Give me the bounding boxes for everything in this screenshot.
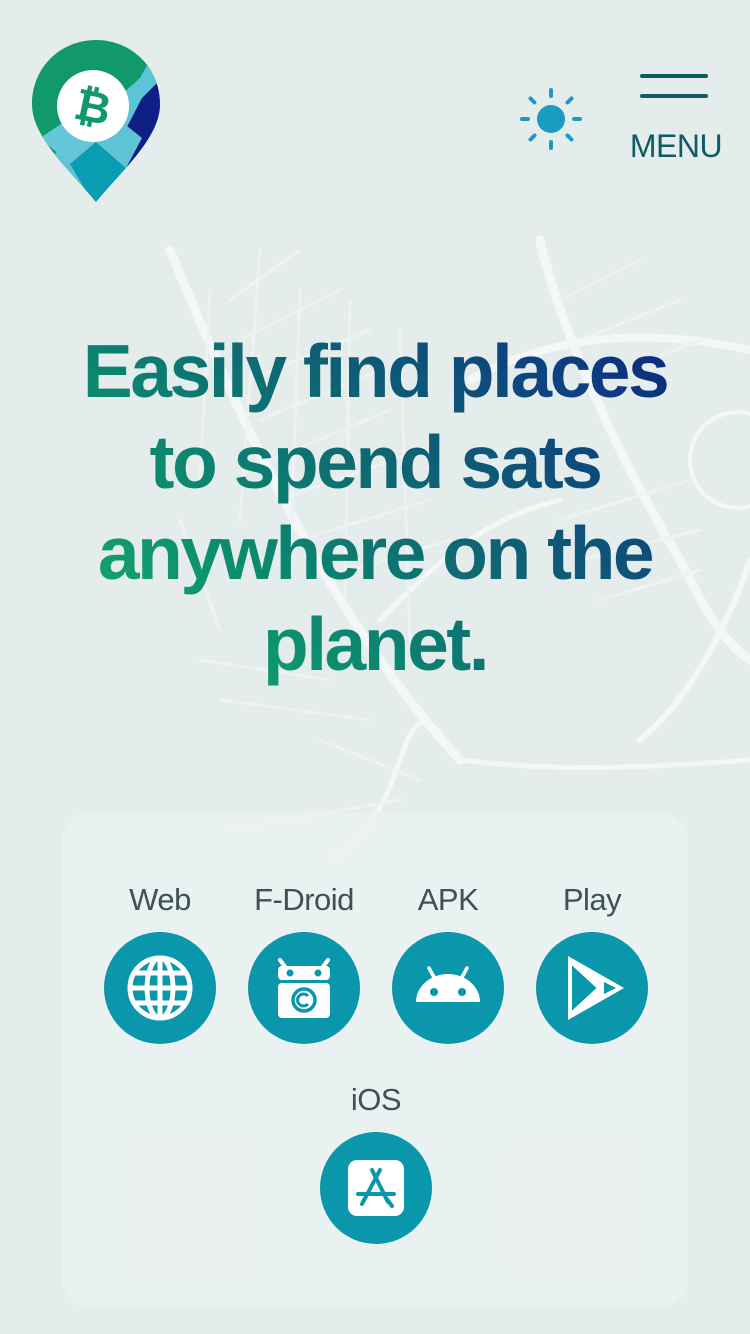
- globe-icon: [127, 955, 193, 1021]
- platform-label-web: Web: [129, 882, 191, 917]
- app-store-button[interactable]: [320, 1132, 432, 1244]
- menu-bar-top: [640, 74, 708, 78]
- hero-line-4: planet.: [40, 599, 710, 690]
- menu-bar-bottom: [640, 94, 708, 98]
- menu-button[interactable]: MENU: [626, 70, 726, 170]
- apk-download-button[interactable]: [392, 932, 504, 1044]
- site-header: ₿ MENU: [0, 0, 750, 230]
- menu-label: MENU: [629, 128, 723, 164]
- platform-label-play: Play: [562, 882, 622, 917]
- google-play-button[interactable]: [536, 932, 648, 1044]
- hero-line-3: anywhere on the: [40, 508, 710, 599]
- fdroid-button[interactable]: [248, 932, 360, 1044]
- google-play-icon: [568, 956, 624, 1020]
- platform-play: Play: [532, 880, 652, 1044]
- hero-line-1: Easily find places: [40, 326, 710, 417]
- platform-apk: APK: [388, 880, 508, 1044]
- platform-label-apk: APK: [417, 882, 479, 917]
- sun-icon[interactable]: [518, 86, 584, 152]
- platform-label-ios: iOS: [350, 1082, 402, 1117]
- android-icon: [416, 966, 480, 1002]
- platform-fdroid: F-Droid: [244, 880, 364, 1044]
- web-app-button[interactable]: [104, 932, 216, 1044]
- platform-web: Web: [100, 880, 220, 1044]
- download-options-card: Web F-Droid APK Play iOS: [62, 812, 688, 1308]
- btc-map-logo[interactable]: ₿: [30, 38, 162, 206]
- hero-line-2: to spend sats: [40, 417, 710, 508]
- hero-headline: Easily find places to spend sats anywher…: [40, 326, 710, 690]
- app-store-icon: [348, 1160, 404, 1216]
- platform-ios: iOS: [316, 1080, 436, 1244]
- platform-label-fdroid: F-Droid: [254, 882, 354, 917]
- fdroid-icon: [278, 958, 330, 1018]
